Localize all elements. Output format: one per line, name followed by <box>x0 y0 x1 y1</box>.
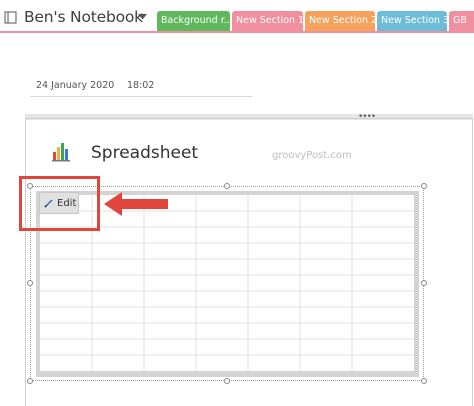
chevron-down-icon[interactable] <box>138 14 147 20</box>
page-time: 18:02 <box>127 80 155 91</box>
tab-background[interactable]: Background r... <box>157 11 230 31</box>
resize-handle[interactable] <box>27 378 33 384</box>
title-divider <box>30 96 252 97</box>
notebook-title[interactable]: Ben's Notebook <box>24 8 143 26</box>
notebook-icon[interactable] <box>4 11 17 24</box>
section-underline <box>0 31 474 33</box>
top-bar: Ben's Notebook Background r... New Secti… <box>0 0 474 34</box>
tab-new-section-1[interactable]: New Section 1 <box>232 11 303 31</box>
resize-handle[interactable] <box>27 280 33 286</box>
chart-icon <box>52 143 70 162</box>
resize-handle[interactable] <box>421 280 427 286</box>
watermark-text: groovyPost.com <box>272 150 352 161</box>
resize-handle[interactable] <box>421 378 427 384</box>
spreadsheet-title: Spreadsheet <box>91 143 199 163</box>
highlight-box <box>19 176 100 231</box>
tab-new-section-2[interactable]: New Section 2 <box>305 11 375 31</box>
page-date: 24 January 2020 <box>36 80 115 91</box>
tab-new-section-3[interactable]: New Section 3 <box>377 11 447 31</box>
arrow-annotation <box>104 192 168 216</box>
tab-gb[interactable]: GB <box>449 11 474 31</box>
resize-handle[interactable] <box>421 183 427 189</box>
resize-handle[interactable] <box>224 378 230 384</box>
resize-handle[interactable] <box>224 183 230 189</box>
